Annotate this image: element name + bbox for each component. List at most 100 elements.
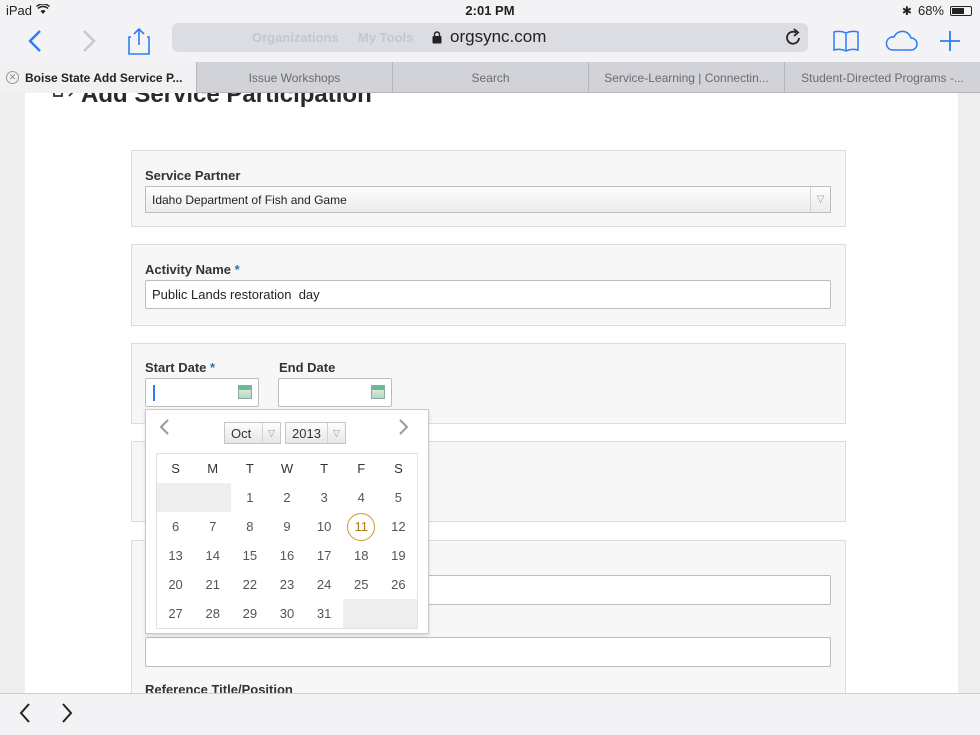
page-back-button[interactable] <box>18 702 32 731</box>
calendar-day[interactable]: 14 <box>194 541 231 570</box>
tab-search[interactable]: Search <box>392 62 588 93</box>
calendar-day[interactable]: 4 <box>343 483 380 512</box>
icloud-tabs-button[interactable] <box>882 24 920 58</box>
calendar-day[interactable]: 6 <box>157 512 194 541</box>
next-month-button[interactable] <box>398 418 410 440</box>
weekday-label: M <box>207 461 219 476</box>
day-number: 9 <box>283 519 291 534</box>
calendar-day[interactable]: 21 <box>194 570 231 599</box>
clock: 2:01 PM <box>465 3 515 18</box>
tab-student-directed[interactable]: Student-Directed Programs -... <box>784 62 980 93</box>
month-value: Oct <box>231 426 252 441</box>
calendar-icon[interactable] <box>371 385 385 399</box>
back-button[interactable] <box>20 24 50 58</box>
calendar-day-today[interactable]: 11 <box>343 512 380 541</box>
calendar-day[interactable]: 24 <box>306 570 343 599</box>
calendar-day[interactable]: 16 <box>268 541 305 570</box>
day-number: 20 <box>168 577 183 592</box>
text-cursor <box>153 385 155 401</box>
page-forward-button[interactable] <box>60 702 74 731</box>
day-number: 27 <box>168 606 183 621</box>
calendar-day[interactable]: 25 <box>343 570 380 599</box>
calendar-day[interactable]: 28 <box>194 599 231 628</box>
calendar-icon[interactable] <box>238 385 252 399</box>
new-tab-button[interactable] <box>934 24 966 58</box>
ghost-nav-my-tools: My Tools <box>358 30 414 45</box>
required-marker: * <box>234 262 240 277</box>
calendar-day[interactable]: 13 <box>157 541 194 570</box>
battery-percent: 68% <box>917 3 944 18</box>
bookmarks-button[interactable] <box>830 24 862 58</box>
close-icon[interactable]: ✕ <box>6 71 19 84</box>
cloud-icon <box>885 30 918 51</box>
day-number: 16 <box>279 548 295 563</box>
activity-name-input[interactable]: Public Lands restoration day <box>145 280 831 309</box>
calendar-day[interactable]: 3 <box>306 483 343 512</box>
calendar-day[interactable]: 15 <box>231 541 268 570</box>
calendar-day[interactable]: 1 <box>231 483 268 512</box>
page-title: Add Service Participation <box>53 93 372 109</box>
day-number: 19 <box>391 548 406 563</box>
address-bar[interactable]: Organizations My Tools orgsync.com <box>172 23 808 52</box>
calendar-day[interactable]: 5 <box>380 483 417 512</box>
calendar-day[interactable]: 22 <box>231 570 268 599</box>
calendar-day[interactable]: 2 <box>268 483 305 512</box>
day-number: 2 <box>283 490 291 505</box>
bluetooth-icon: ✱ <box>901 3 912 18</box>
empty-day-cell <box>379 599 417 628</box>
tab-label: Search <box>471 70 510 85</box>
day-number: 25 <box>354 577 369 592</box>
activity-name-label: Activity Name * <box>145 262 240 277</box>
tab-service-learning[interactable]: Service-Learning | Connectin... <box>588 62 784 93</box>
year-select[interactable]: 2013 ▽ <box>285 422 346 444</box>
calendar-day[interactable]: 18 <box>343 541 380 570</box>
calendar-day[interactable]: 8 <box>231 512 268 541</box>
calendar-day[interactable]: 7 <box>194 512 231 541</box>
chevron-left-icon <box>28 30 41 52</box>
calendar-week-row: 20 21 22 23 24 25 26 <box>157 570 417 599</box>
month-select[interactable]: Oct ▽ <box>224 422 281 444</box>
book-icon <box>833 30 859 52</box>
tab-label: Student-Directed Programs -... <box>801 70 964 85</box>
calendar-day[interactable]: 27 <box>157 599 194 628</box>
day-number: 14 <box>205 548 220 563</box>
calendar-day[interactable]: 20 <box>157 570 194 599</box>
chevron-down-icon: ▽ <box>810 187 830 212</box>
calendar-day[interactable]: 26 <box>380 570 417 599</box>
service-partner-select[interactable]: Idaho Department of Fish and Game ▽ <box>145 186 831 213</box>
calendar-day[interactable]: 12 <box>380 512 417 541</box>
calendar-day[interactable]: 31 <box>306 599 343 628</box>
activity-name-section: Activity Name * Public Lands restoration… <box>131 244 846 326</box>
calendar-day[interactable]: 23 <box>268 570 305 599</box>
weekday-label: S <box>394 461 403 476</box>
day-number: 7 <box>209 519 217 534</box>
ghost-nav-organizations: Organizations <box>252 30 339 45</box>
start-date-input[interactable] <box>145 378 259 407</box>
day-number: 17 <box>316 548 332 563</box>
calendar-day[interactable]: 29 <box>231 599 268 628</box>
chevron-down-icon: ▽ <box>327 423 345 443</box>
share-button[interactable] <box>122 24 156 58</box>
reference-email-input[interactable] <box>145 637 831 667</box>
day-number: 8 <box>246 519 254 534</box>
prev-month-button[interactable] <box>158 418 170 440</box>
reference-title-label: Reference Title/Position <box>145 682 293 693</box>
empty-day-cell <box>342 599 380 628</box>
calendar-day[interactable]: 17 <box>306 541 343 570</box>
calendar-day[interactable]: 19 <box>380 541 417 570</box>
calendar-grid: S M T W T F S 1 2 3 4 5 6 7 8 9 10 11 12 13 14 15 16 17 18 19 20 21… <box>156 453 418 629</box>
calendar-day[interactable]: 10 <box>306 512 343 541</box>
service-partner-value: Idaho Department of Fish and Game <box>152 193 347 207</box>
end-date-input[interactable] <box>278 378 392 407</box>
calendar-day[interactable]: 30 <box>268 599 305 628</box>
chevron-left-icon <box>19 703 30 723</box>
day-number: 24 <box>316 577 332 592</box>
tab-issue-workshops[interactable]: Issue Workshops <box>196 62 392 93</box>
forward-button[interactable] <box>74 24 104 58</box>
day-number: 18 <box>354 548 369 563</box>
weekday-label: W <box>280 461 294 476</box>
reload-button[interactable] <box>784 27 802 52</box>
battery-icon <box>950 5 972 16</box>
calendar-day[interactable]: 9 <box>268 512 305 541</box>
tab-boise-state[interactable]: ✕ Boise State Add Service P... <box>0 62 196 93</box>
